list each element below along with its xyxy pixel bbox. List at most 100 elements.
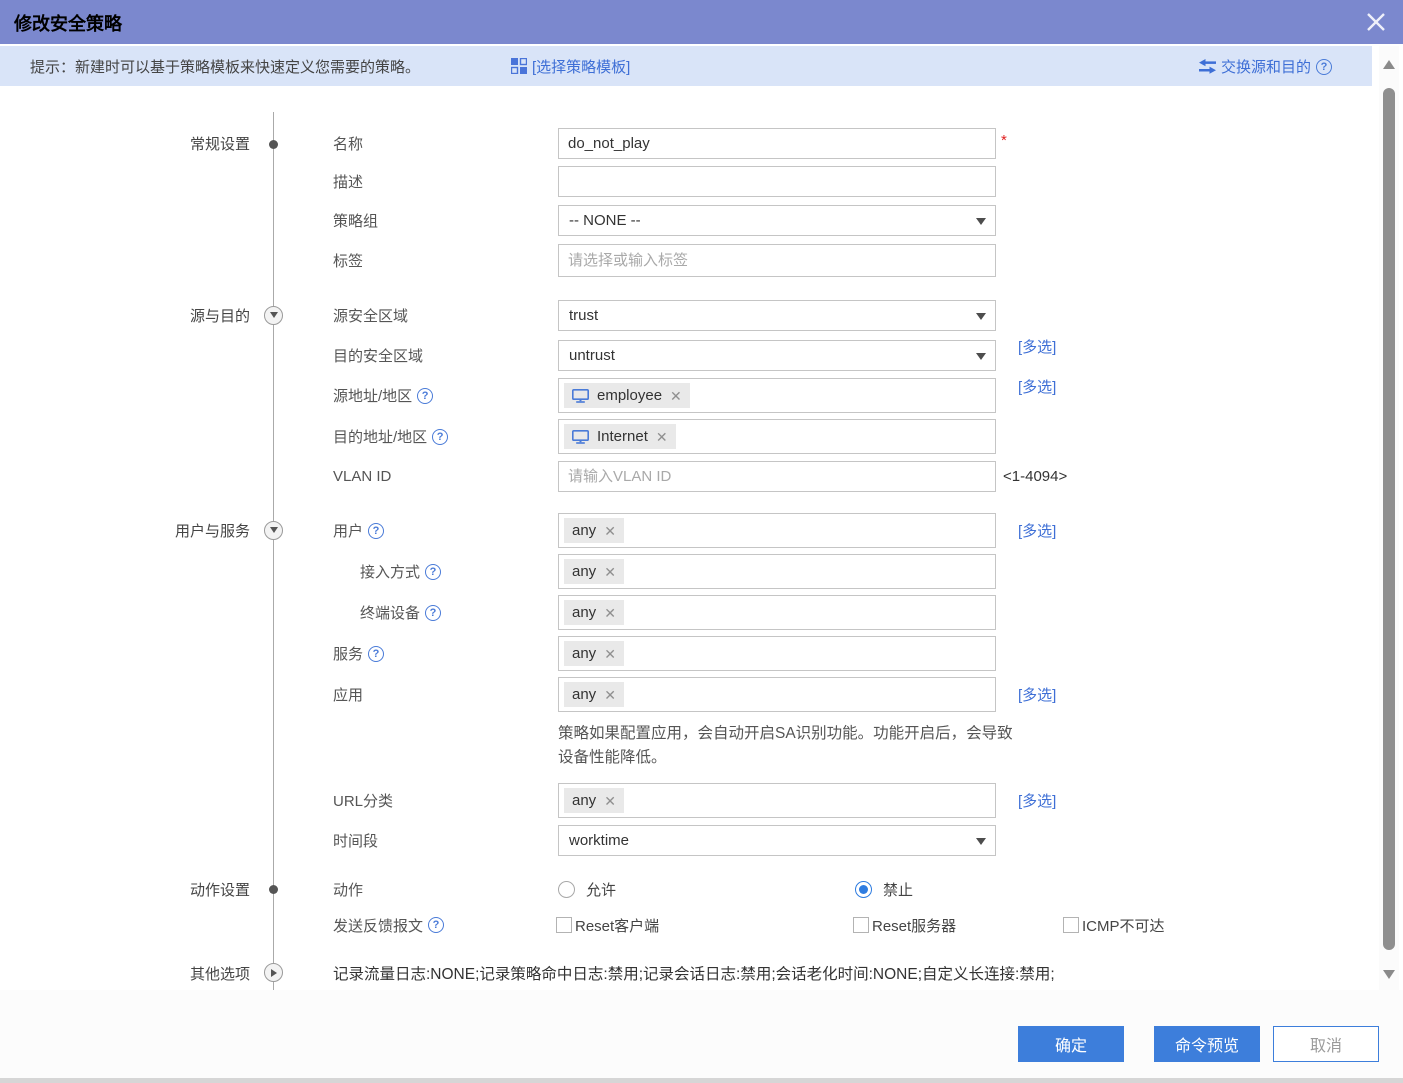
dest-zone-select[interactable]: untrust — [558, 340, 996, 371]
feedback-label: 发送反馈报文 ? — [333, 913, 444, 937]
chip-remove-icon[interactable]: ✕ — [604, 688, 616, 702]
feedback-row: 发送反馈报文 ? Reset客户端 Reset服务器 ICMP不可达 — [0, 913, 1403, 937]
service-field[interactable]: any ✕ — [558, 636, 996, 671]
chip-text: any — [572, 792, 596, 809]
reset-server-option: Reset服务器 — [853, 913, 956, 937]
chevron-down-icon — [976, 353, 986, 360]
help-icon[interactable]: ? — [432, 429, 448, 445]
url-category-field[interactable]: any ✕ — [558, 783, 996, 818]
expand-section-icon[interactable] — [264, 963, 283, 982]
deny-label: 禁止 — [883, 879, 913, 900]
any-chip: any ✕ — [564, 788, 624, 813]
any-chip: any ✕ — [564, 518, 624, 543]
source-address-label: 源地址/地区 ? — [333, 378, 433, 413]
time-range-row: 时间段 worktime — [0, 825, 1403, 856]
description-field — [558, 166, 996, 197]
radio-allow[interactable] — [558, 881, 575, 898]
host-icon — [572, 389, 589, 403]
access-mode-row: 接入方式 ? any ✕ — [0, 554, 1403, 589]
swap-source-dest-link[interactable]: 交换源和目的 ? — [1199, 56, 1332, 77]
dest-address-label-text: 目的地址/地区 — [333, 426, 427, 447]
other-options-summary: 记录流量日志:NONE;记录策略命中日志:禁用;记录会话日志:禁用;会话老化时间… — [333, 960, 1055, 986]
feedback-label-text: 发送反馈报文 — [333, 915, 423, 936]
application-field[interactable]: any ✕ — [558, 677, 996, 712]
checkbox-icmp-unreachable[interactable] — [1063, 917, 1079, 933]
chevron-down-icon — [976, 313, 986, 320]
cancel-button[interactable]: 取消 — [1273, 1026, 1379, 1062]
collapse-section-icon[interactable] — [264, 306, 283, 325]
help-icon[interactable]: ? — [428, 917, 444, 933]
ok-button[interactable]: 确定 — [1018, 1026, 1124, 1062]
help-icon[interactable]: ? — [368, 523, 384, 539]
source-address-field[interactable]: employee ✕ — [558, 378, 996, 413]
section-dot-icon — [269, 140, 278, 149]
policy-group-value: -- NONE -- — [569, 212, 641, 229]
action-allow-option: 允许 — [558, 877, 616, 901]
access-mode-field[interactable]: any ✕ — [558, 554, 996, 589]
checkbox-reset-server[interactable] — [853, 917, 869, 933]
chevron-down-icon — [976, 218, 986, 225]
section-dot-icon — [269, 885, 278, 894]
bottom-border — [0, 1078, 1403, 1083]
tags-input[interactable] — [558, 244, 996, 277]
source-zone-select[interactable]: trust — [558, 300, 996, 331]
name-row: 常规设置 名称 * — [0, 128, 1403, 159]
policy-group-label: 策略组 — [333, 205, 378, 236]
host-icon — [572, 430, 589, 444]
application-row: 应用 any ✕ [多选] — [0, 677, 1403, 712]
description-row: 描述 — [0, 166, 1403, 197]
close-icon[interactable] — [1363, 9, 1389, 35]
time-range-value: worktime — [569, 832, 629, 849]
any-chip: any ✕ — [564, 641, 624, 666]
source-address-row: 源地址/地区 ? employee ✕ — [0, 378, 1403, 413]
chip-remove-icon[interactable]: ✕ — [604, 565, 616, 579]
help-icon[interactable]: ? — [1316, 59, 1332, 75]
help-icon[interactable]: ? — [368, 646, 384, 662]
address-chip: employee ✕ — [564, 383, 690, 408]
name-input[interactable] — [558, 128, 996, 159]
name-label: 名称 — [333, 128, 363, 159]
dialog-footer: 确定 命令预览 取消 — [0, 990, 1403, 1083]
time-range-select[interactable]: worktime — [558, 825, 996, 856]
help-icon[interactable]: ? — [425, 605, 441, 621]
chip-text: any — [572, 563, 596, 580]
help-icon[interactable]: ? — [417, 388, 433, 404]
dest-address-label: 目的地址/地区 ? — [333, 419, 448, 454]
policy-group-select[interactable]: -- NONE -- — [558, 205, 996, 236]
service-label-text: 服务 — [333, 643, 363, 664]
hint-bar: 提示：新建时可以基于策略模板来快速定义您需要的策略。 [选择策略模板] 交换源和… — [0, 46, 1372, 86]
section-user-service: 用户与服务 — [90, 513, 250, 548]
user-field[interactable]: any ✕ — [558, 513, 996, 548]
user-label: 用户 ? — [333, 513, 384, 548]
checkbox-reset-client[interactable] — [556, 917, 572, 933]
help-icon[interactable]: ? — [425, 564, 441, 580]
radio-deny[interactable] — [855, 881, 872, 898]
application-multi-link[interactable]: [多选] — [1018, 677, 1056, 712]
select-policy-template-link[interactable]: [选择策略模板] — [532, 56, 630, 77]
dest-address-row: 目的地址/地区 ? Internet ✕ — [0, 419, 1403, 454]
chip-remove-icon[interactable]: ✕ — [670, 389, 682, 403]
chip-remove-icon[interactable]: ✕ — [604, 794, 616, 808]
address-chip: Internet ✕ — [564, 424, 676, 449]
user-multi-link[interactable]: [多选] — [1018, 513, 1056, 548]
description-input[interactable] — [558, 166, 996, 197]
collapse-section-icon[interactable] — [264, 521, 283, 540]
template-grid-icon — [511, 58, 527, 79]
scroll-up-icon[interactable] — [1383, 60, 1395, 69]
vlan-row: VLAN ID <1-4094> — [0, 461, 1403, 492]
section-source-dest: 源与目的 — [90, 300, 250, 331]
source-zone-label: 源安全区域 — [333, 300, 408, 331]
chip-remove-icon[interactable]: ✕ — [604, 647, 616, 661]
url-category-multi-link[interactable]: [多选] — [1018, 783, 1056, 818]
chip-remove-icon[interactable]: ✕ — [656, 430, 668, 444]
any-chip: any ✕ — [564, 600, 624, 625]
command-preview-button[interactable]: 命令预览 — [1154, 1026, 1260, 1062]
chip-remove-icon[interactable]: ✕ — [604, 606, 616, 620]
chip-text: any — [572, 645, 596, 662]
dest-address-field[interactable]: Internet ✕ — [558, 419, 996, 454]
vlan-input[interactable] — [558, 461, 996, 492]
chip-remove-icon[interactable]: ✕ — [604, 524, 616, 538]
terminal-device-field[interactable]: any ✕ — [558, 595, 996, 630]
tags-field — [558, 244, 996, 277]
dialog-titlebar: 修改安全策略 — [0, 0, 1403, 44]
